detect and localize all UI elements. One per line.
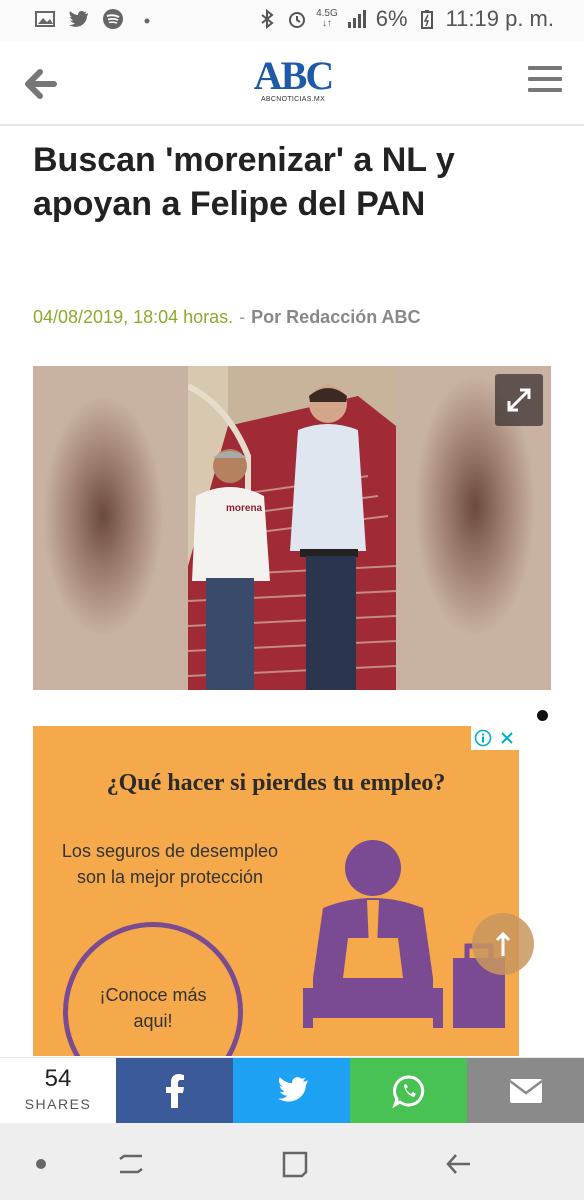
back-button[interactable]	[20, 64, 60, 104]
network-icon: 4.5G ↓↑	[316, 8, 338, 29]
alarm-icon	[289, 12, 306, 28]
arrow-up-icon	[495, 931, 511, 956]
image-icon	[35, 11, 55, 27]
share-count: 54 SHARES	[0, 1058, 116, 1124]
arrow-left-icon	[25, 69, 57, 99]
dot-icon	[144, 18, 150, 24]
share-facebook-button[interactable]	[116, 1058, 233, 1124]
ad-headline: ¿Qué hacer si pierdes tu empleo?	[106, 770, 446, 796]
nav-dot-button[interactable]	[24, 1147, 58, 1181]
ad-cta-text[interactable]: ¡Conoce más aqui!	[78, 982, 228, 1034]
article-photo[interactable]: morena	[33, 366, 551, 690]
share-whatsapp-button[interactable]	[350, 1058, 467, 1124]
status-bar: 4.5G ↓↑ 6% 11:19 p. m.	[0, 0, 584, 42]
twitter-icon	[69, 11, 88, 27]
share-count-label: SHARES	[24, 1096, 92, 1112]
twitter-icon	[277, 1077, 307, 1102]
article-meta: 04/08/2019, 18:04 horas. - Por Redacción A…	[33, 307, 421, 328]
article-title: Buscan 'morenizar' a NL y apoyan a Felip…	[33, 141, 455, 223]
bluetooth-icon	[261, 8, 274, 30]
signal-icon	[347, 10, 366, 28]
ad-controls	[471, 726, 519, 750]
recents-icon	[119, 1154, 143, 1174]
ad-info-button[interactable]	[471, 726, 495, 750]
nav-back-button[interactable]	[442, 1147, 476, 1181]
info-icon	[474, 729, 492, 747]
expand-icon	[507, 388, 531, 412]
envelope-icon	[508, 1079, 543, 1103]
share-count-number: 54	[44, 1065, 72, 1092]
status-notifications	[34, 8, 158, 30]
site-logo[interactable]: ABC ABCNOTICIAS.MX	[248, 56, 338, 114]
back-icon	[446, 1154, 470, 1174]
home-icon	[282, 1151, 308, 1178]
share-email-button[interactable]	[467, 1058, 584, 1124]
article-author[interactable]: Por Redacción ABC	[251, 307, 420, 327]
battery-icon	[420, 10, 433, 29]
status-system: 4.5G ↓↑ 6% 11:19 p. m.	[256, 6, 554, 32]
ad-subline: Los seguros de desempleo son la mejor pr…	[61, 841, 279, 887]
photo-scene: morena	[186, 366, 397, 690]
share-twitter-button[interactable]	[233, 1058, 350, 1124]
photo-main: morena	[186, 366, 397, 690]
share-bar: 54 SHARES	[0, 1057, 584, 1124]
ad-close-button[interactable]	[495, 726, 519, 750]
nav-recents-button[interactable]	[114, 1147, 148, 1181]
photo-blur-left	[33, 366, 189, 690]
advertisement[interactable]: ¿Qué hacer si pierdes tu empleo? Los seg…	[33, 726, 519, 1056]
spotify-icon	[103, 9, 123, 29]
ad-marker-dot	[537, 710, 548, 721]
logo-main: ABC	[253, 53, 334, 98]
battery-percent: 6%	[375, 6, 408, 31]
scroll-top-button[interactable]	[472, 913, 534, 975]
close-icon	[501, 732, 513, 744]
menu-button[interactable]	[528, 66, 562, 98]
logo-sub: ABCNOTICIAS.MX	[260, 96, 326, 103]
facebook-icon	[165, 1074, 184, 1108]
morena-badge: morena	[226, 503, 263, 514]
whatsapp-icon	[391, 1075, 424, 1108]
dot-icon	[36, 1159, 46, 1169]
article-date: 04/08/2019, 18:04 horas.	[33, 307, 234, 327]
meta-separator: -	[239, 307, 246, 327]
nav-home-button[interactable]	[278, 1147, 312, 1181]
clock: 11:19 p. m.	[445, 6, 554, 31]
app-header: ABC ABCNOTICIAS.MX	[0, 42, 584, 126]
expand-button[interactable]	[495, 374, 543, 426]
system-nav-bar	[0, 1123, 584, 1200]
hamburger-menu-icon	[528, 66, 562, 92]
